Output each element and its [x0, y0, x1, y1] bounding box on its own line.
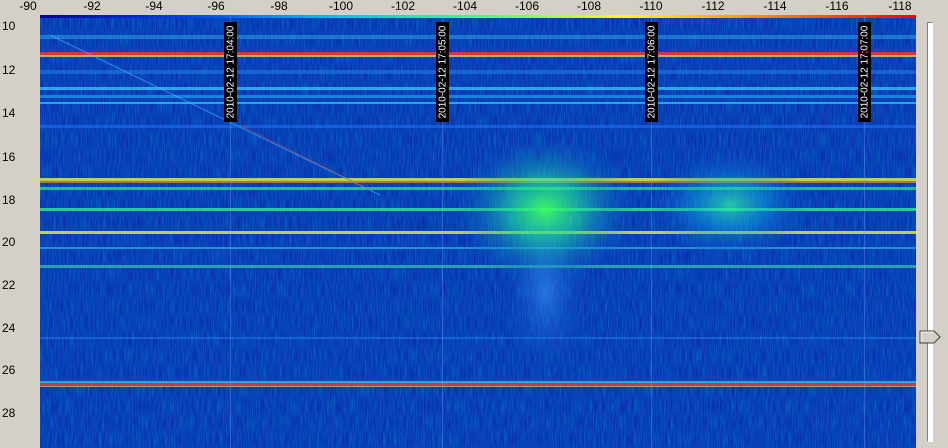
slider-pentagon-icon[interactable]	[919, 330, 941, 344]
x-tick-label: -110	[639, 0, 663, 13]
y-tick-label: 10	[2, 19, 16, 33]
x-tick-label: -96	[207, 0, 225, 13]
y-tick-label: 28	[2, 406, 16, 420]
x-tick-label: -90	[19, 0, 37, 13]
x-tick-label: -92	[83, 0, 101, 13]
time-axis	[0, 15, 40, 448]
x-tick-label: -100	[328, 0, 354, 13]
timestamp-label: 2010-02-12 17:05:00	[436, 22, 449, 122]
y-tick-label: 22	[2, 278, 16, 292]
slider-groove	[927, 22, 933, 442]
x-tick-label: -106	[514, 0, 540, 13]
intensity-color-strip	[40, 15, 916, 18]
y-tick-label: 18	[2, 193, 16, 207]
y-tick-label: 26	[2, 363, 16, 377]
x-tick-label: -114	[763, 0, 787, 13]
x-tick-label: -104	[452, 0, 478, 13]
waterfall-image	[40, 15, 916, 448]
x-tick-label: -118	[888, 0, 912, 13]
timestamp-label: 2010-02-12 17:04:00	[224, 22, 237, 122]
y-tick-label: 16	[2, 150, 16, 164]
x-tick-label: -108	[576, 0, 602, 13]
y-tick-label: 20	[2, 235, 16, 249]
y-tick-label: 12	[2, 63, 16, 77]
x-tick-label: -102	[390, 0, 416, 13]
y-tick-label: 24	[2, 321, 16, 335]
timestamp-label: 2010-02-12 17:07:00	[858, 22, 871, 122]
x-tick-label: -116	[825, 0, 849, 13]
x-tick-label: -94	[145, 0, 163, 13]
y-tick-label: 14	[2, 106, 16, 120]
timestamp-label: 2010-02-12 17:06:00	[645, 22, 658, 122]
x-tick-label: -98	[270, 0, 288, 13]
waterfall-display[interactable]	[40, 15, 916, 448]
x-tick-label: -112	[701, 0, 725, 13]
